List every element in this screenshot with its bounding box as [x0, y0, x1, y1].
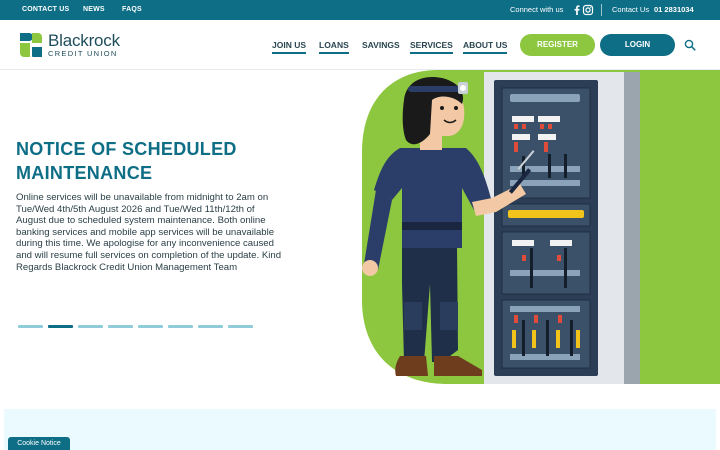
contact-label: Contact Us	[612, 5, 650, 14]
logo-mark-icon[interactable]	[20, 33, 42, 57]
faqs-link[interactable]: FAQS	[122, 0, 142, 20]
logo-subtitle: CREDIT UNION	[48, 49, 118, 58]
news-link[interactable]: NEWS	[83, 0, 105, 20]
nav-join-us[interactable]: JOIN US	[272, 40, 307, 54]
nav-services[interactable]: SERVICES	[410, 40, 453, 54]
carousel-dot-active[interactable]	[48, 325, 73, 328]
carousel-dot[interactable]	[78, 325, 103, 328]
content-band	[4, 409, 716, 450]
carousel-dot[interactable]	[198, 325, 223, 328]
nav-about-us[interactable]: ABOUT US	[463, 40, 508, 54]
search-icon[interactable]	[684, 39, 696, 51]
hero-body-text: Online services will be unavailable from…	[16, 192, 282, 273]
connect-label: Connect with us	[510, 5, 564, 14]
nav-savings[interactable]: SAVINGS	[362, 40, 400, 54]
top-utility-bar: CONTACT US NEWS FAQS Connect with us Con…	[0, 0, 720, 20]
carousel-dot[interactable]	[168, 325, 193, 328]
register-button[interactable]: REGISTER	[520, 34, 595, 56]
cookie-notice-button[interactable]: Cookie Notice	[8, 437, 70, 450]
topbar-divider	[601, 4, 602, 16]
login-button[interactable]: LOGIN	[600, 34, 675, 56]
hero-title: NOTICE OF SCHEDULED MAINTENANCE	[16, 139, 237, 183]
carousel-dot[interactable]	[228, 325, 253, 328]
carousel-dot[interactable]	[108, 325, 133, 328]
instagram-icon[interactable]	[582, 4, 594, 16]
nav-loans[interactable]: LOANS	[319, 40, 349, 54]
carousel-dot[interactable]	[18, 325, 43, 328]
maintenance-illustration	[362, 70, 720, 384]
carousel-dot[interactable]	[138, 325, 163, 328]
logo-name[interactable]: Blackrock	[48, 31, 120, 51]
contact-us-link[interactable]: CONTACT US	[22, 0, 69, 20]
main-header: Blackrock CREDIT UNION JOIN US LOANS SAV…	[0, 20, 720, 70]
phone-number[interactable]: 01 2831034	[654, 0, 694, 20]
